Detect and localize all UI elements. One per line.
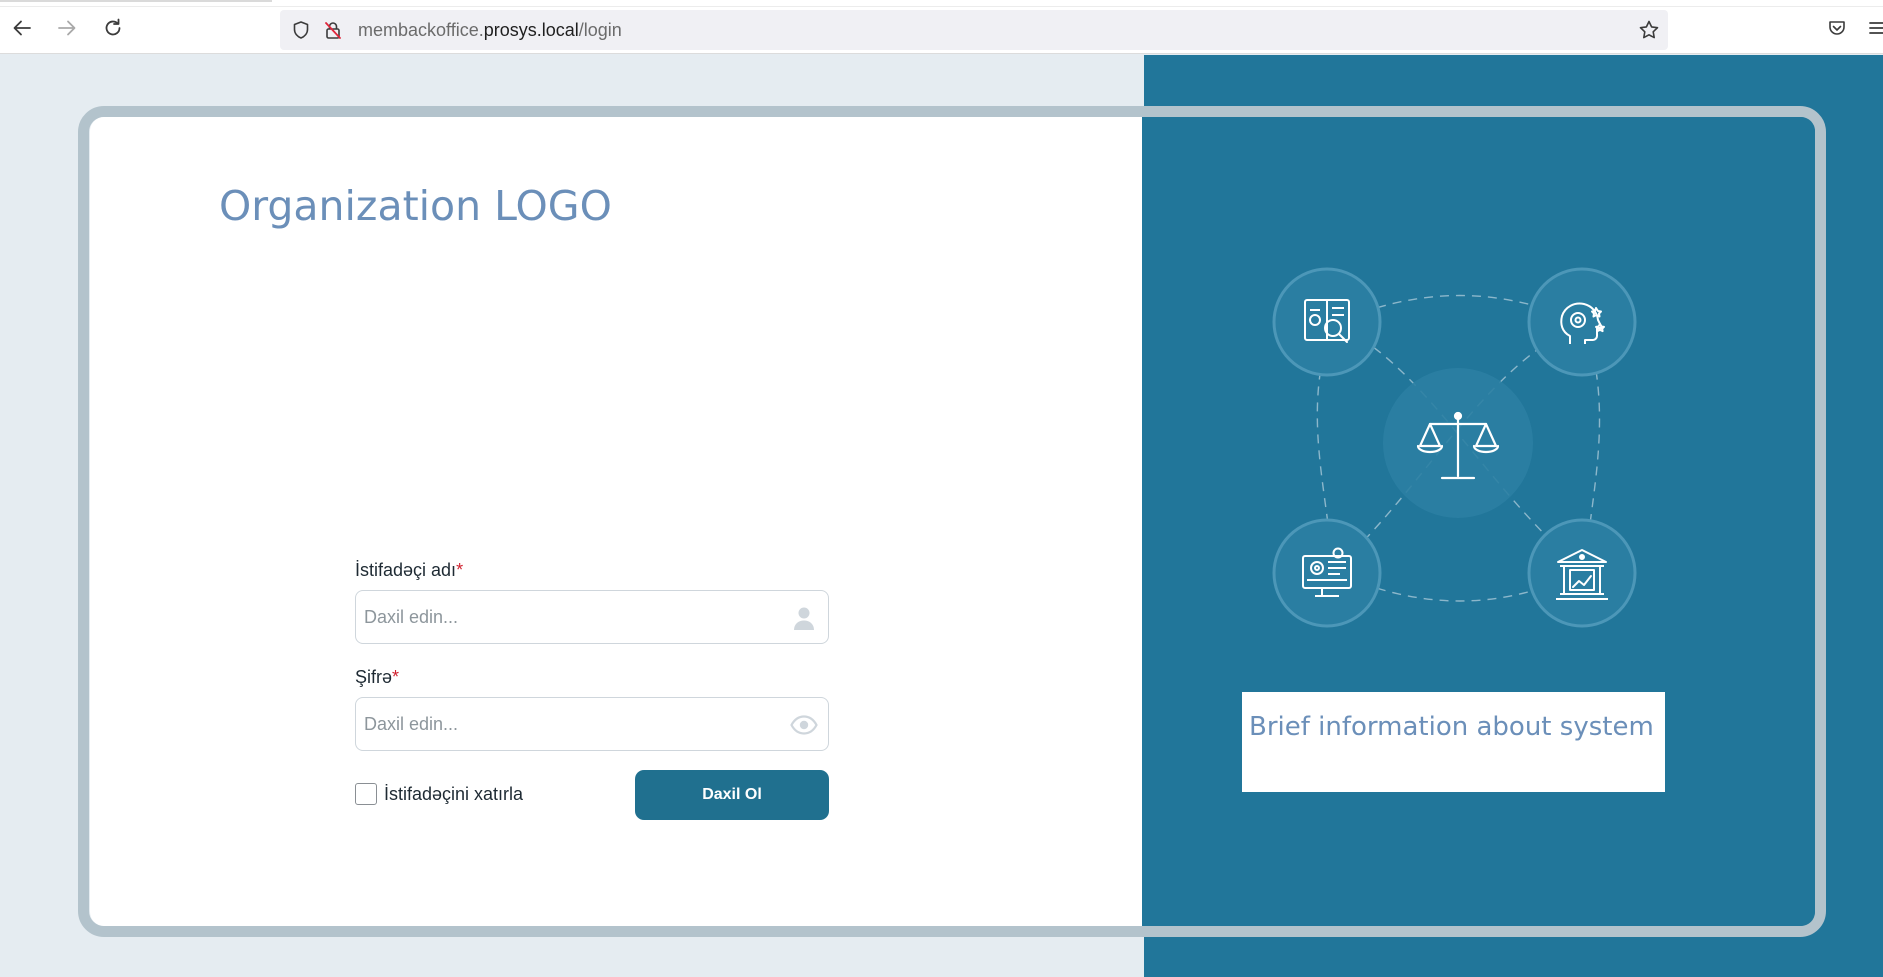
password-label-text: Şifrə bbox=[355, 667, 393, 687]
username-label-text: İstifadəçi adı bbox=[355, 560, 457, 580]
login-button[interactable]: Daxil Ol bbox=[635, 770, 829, 820]
corner-circle-bottom-left bbox=[1272, 518, 1382, 628]
page-load-indicator bbox=[0, 0, 272, 2]
password-input[interactable] bbox=[364, 698, 764, 750]
address-bar[interactable]: membackoffice.prosys.local/login bbox=[280, 10, 1668, 50]
url-path: /login bbox=[578, 20, 622, 40]
back-button[interactable] bbox=[7, 15, 37, 45]
insecure-lock-icon[interactable] bbox=[322, 19, 344, 41]
remember-me[interactable]: İstifadəçini xatırla bbox=[355, 783, 523, 805]
bookmark-star-icon[interactable] bbox=[1638, 19, 1660, 41]
password-field[interactable] bbox=[355, 697, 829, 751]
remember-me-label[interactable]: İstifadəçini xatırla bbox=[384, 784, 523, 805]
browser-toolbar: membackoffice.prosys.local/login bbox=[0, 0, 1883, 54]
organization-logo: Organization LOGO bbox=[219, 182, 612, 230]
system-info-box: Brief information about system bbox=[1242, 692, 1665, 792]
required-mark: * bbox=[392, 667, 400, 687]
back-arrow-icon bbox=[11, 17, 33, 44]
toolbar-divider bbox=[0, 6, 1883, 7]
menu-icon bbox=[1866, 19, 1883, 42]
remember-me-checkbox[interactable] bbox=[355, 783, 377, 805]
username-label: İstifadəçi adı* bbox=[355, 560, 463, 581]
required-mark: * bbox=[456, 560, 464, 580]
shield-icon[interactable] bbox=[290, 19, 312, 41]
user-icon bbox=[790, 604, 818, 632]
corner-circle-bottom-right bbox=[1527, 518, 1637, 628]
system-illustration bbox=[1270, 266, 1640, 631]
url-domain: prosys.local bbox=[483, 20, 579, 40]
reload-button[interactable] bbox=[98, 15, 128, 45]
username-field[interactable] bbox=[355, 590, 829, 644]
menu-button[interactable] bbox=[1866, 15, 1883, 45]
url-prefix: membackoffice. bbox=[358, 20, 484, 40]
corner-circle-top-right bbox=[1527, 267, 1637, 377]
url-text[interactable]: membackoffice.prosys.local/login bbox=[358, 20, 622, 41]
illustration-graphic bbox=[1272, 267, 1637, 628]
forward-button[interactable] bbox=[52, 15, 82, 45]
login-form-panel bbox=[90, 117, 1142, 926]
system-info-text: Brief information about system bbox=[1249, 712, 1654, 742]
eye-icon[interactable] bbox=[790, 711, 818, 739]
username-input[interactable] bbox=[364, 591, 764, 643]
reload-icon bbox=[102, 17, 124, 44]
forward-arrow-icon bbox=[56, 17, 78, 44]
pocket-button[interactable] bbox=[1822, 15, 1852, 45]
password-label: Şifrə* bbox=[355, 667, 399, 688]
pocket-icon bbox=[1827, 18, 1847, 43]
